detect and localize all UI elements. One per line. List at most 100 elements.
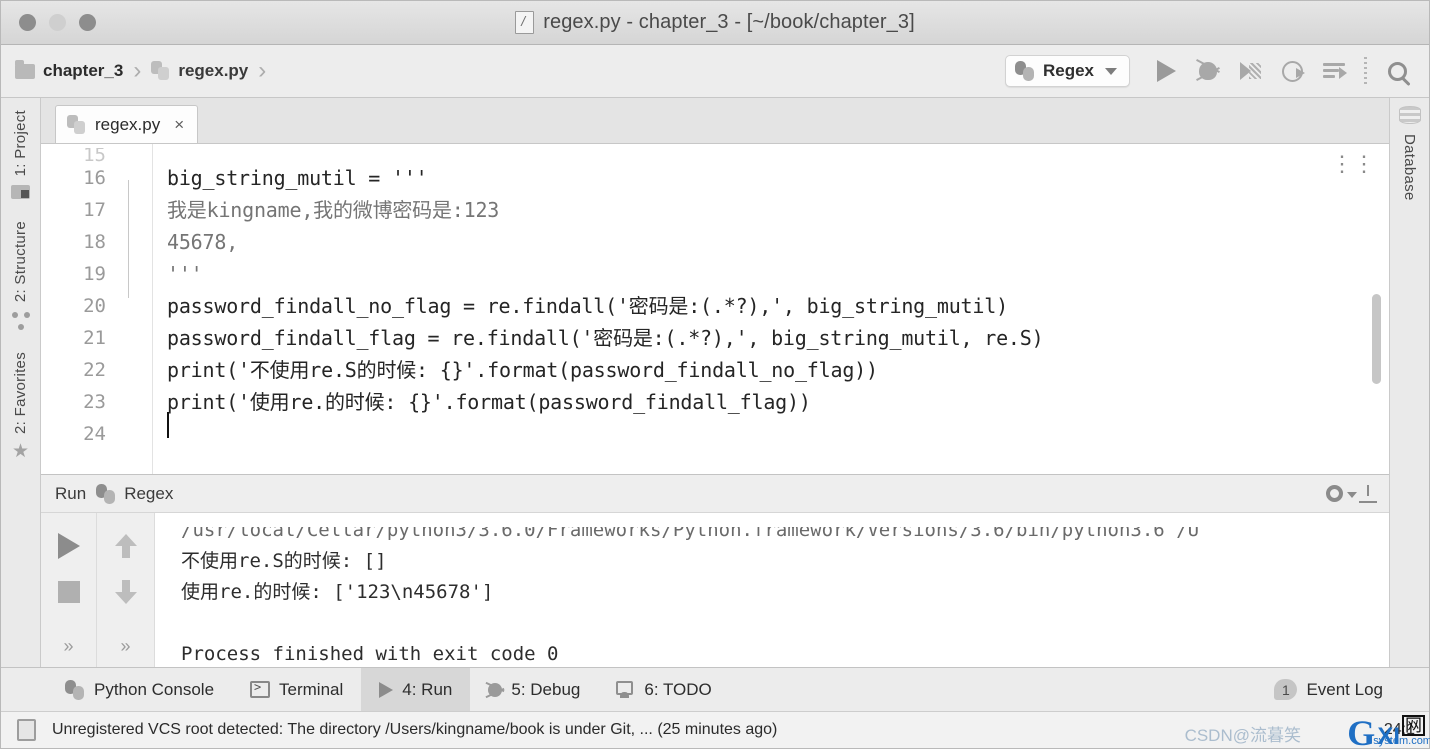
- arrow-up-icon: [114, 534, 137, 558]
- breadcrumb-separator-icon: ›: [133, 57, 142, 84]
- window-controls: [1, 14, 96, 31]
- sidebar-item-structure[interactable]: 2: Structure: [11, 217, 30, 330]
- run-tool-window: Run Regex » » /usr/local/Cellar/python3/…: [41, 474, 1389, 667]
- search-icon: [1387, 61, 1407, 81]
- run-window-config-label: Regex: [124, 483, 174, 503]
- tool-window-bar: Python Console Terminal 4: Run 5: Debug …: [1, 667, 1429, 712]
- title-bar: regex.py - chapter_3 - [~/book/chapter_3…: [1, 1, 1429, 45]
- left-tool-strip: 1: Project 2: Structure 2: Favorites ★: [1, 98, 41, 667]
- console-line: 使用re.的时候: ['123\n45678']: [181, 581, 494, 603]
- play-icon: [57, 533, 80, 559]
- database-icon: [1398, 106, 1421, 124]
- close-icon[interactable]: ×: [174, 115, 184, 135]
- maximize-button[interactable]: [79, 14, 96, 31]
- tool-button-label: 5: Debug: [511, 679, 581, 699]
- run-window-body: » » /usr/local/Cellar/python3/3.6.0/Fram…: [41, 513, 1389, 667]
- collapse-all-icon[interactable]: ⋮⋮: [1331, 154, 1375, 176]
- main-toolbar: Regex: [1004, 51, 1417, 91]
- line-number: 16: [83, 167, 106, 189]
- tool-button-event-log[interactable]: Event Log: [1306, 668, 1383, 712]
- run-coverage-button[interactable]: [1230, 51, 1270, 91]
- run-button[interactable]: [1146, 51, 1186, 91]
- editor-tab-label: regex.py: [95, 114, 161, 134]
- debug-button[interactable]: [1188, 51, 1228, 91]
- stop-button[interactable]: [57, 569, 80, 615]
- download-icon[interactable]: [1359, 484, 1377, 503]
- sidebar-item-label: 2: Favorites: [11, 351, 29, 434]
- editor-tab-regex[interactable]: regex.py ×: [55, 105, 199, 143]
- console-line: Process finished with exit code 0: [181, 643, 559, 665]
- tool-button-run[interactable]: 4: Run: [361, 667, 471, 712]
- scroll-up-button[interactable]: [114, 523, 137, 569]
- watermark-text: CSDN@流暮笑: [1184, 726, 1301, 745]
- gear-icon[interactable]: [1326, 485, 1357, 502]
- console-line: 不使用re.S的时候: []: [181, 550, 387, 572]
- breadcrumb-label: regex.py: [178, 61, 249, 80]
- navigation-bar: chapter_3 › regex.py › Regex: [1, 45, 1429, 98]
- gxi-logo: G XI 网 system.com: [1347, 715, 1430, 749]
- search-everywhere-button[interactable]: [1377, 51, 1417, 91]
- minimize-button[interactable]: [49, 14, 66, 31]
- code-editor[interactable]: 15 16 17 18 19 20 21 22 23 24 big_string…: [41, 144, 1389, 474]
- breadcrumb-label: chapter_3: [43, 61, 124, 80]
- expand-right-button[interactable]: »: [120, 636, 130, 657]
- status-bar: Unregistered VCS root detected: The dire…: [1, 711, 1430, 749]
- line-number: 17: [83, 199, 106, 221]
- rerun-button[interactable]: [57, 523, 80, 569]
- lines-arrow-icon: [1323, 63, 1347, 79]
- profile-icon: [1281, 60, 1305, 82]
- python-file-icon: [515, 11, 535, 34]
- balloon-icon: 1: [1274, 679, 1298, 700]
- sidebar-item-label: Database: [1401, 134, 1418, 201]
- arrow-down-icon: [114, 580, 137, 604]
- tool-button-debug[interactable]: 5: Debug: [470, 668, 598, 712]
- line-number: 24: [83, 423, 106, 445]
- code-line: big_string_mutil = ''': [167, 166, 428, 190]
- event-log-area: 1 Event Log: [1274, 668, 1429, 712]
- tool-button-python-console[interactable]: Python Console: [47, 668, 232, 712]
- editor-scrollbar[interactable]: [1372, 294, 1381, 384]
- status-message[interactable]: Unregistered VCS root detected: The dire…: [52, 721, 777, 739]
- sidebar-item-favorites[interactable]: 2: Favorites ★: [12, 348, 29, 462]
- breadcrumb-item-file[interactable]: regex.py: [151, 61, 248, 81]
- run-with-console-button[interactable]: [1314, 51, 1354, 91]
- line-number-partial: 15: [83, 148, 106, 162]
- tool-button-todo[interactable]: 6: TODO: [598, 668, 729, 712]
- logo-char-wang: 网: [1402, 715, 1425, 736]
- profile-button[interactable]: [1272, 51, 1312, 91]
- code-line: 45678,: [167, 230, 239, 254]
- star-icon: ★: [11, 441, 30, 463]
- python-module-icon: [67, 114, 86, 135]
- line-number: 23: [83, 391, 106, 413]
- expand-left-button[interactable]: »: [63, 636, 73, 657]
- editor-gutter[interactable]: 15 16 17 18 19 20 21 22 23 24: [41, 144, 153, 474]
- sidebar-item-database[interactable]: Database: [1398, 106, 1421, 205]
- line-number: 18: [83, 231, 106, 253]
- window-title-group: regex.py - chapter_3 - [~/book/chapter_3…: [1, 11, 1429, 34]
- sidebar-item-label: 2: Structure: [12, 221, 29, 303]
- play-icon: [1156, 60, 1176, 82]
- chevron-down-icon: [1105, 67, 1117, 75]
- breadcrumb-item-project[interactable]: chapter_3: [15, 59, 124, 81]
- toolbar-separator: [1364, 57, 1367, 85]
- sidebar-item-project[interactable]: 1: Project: [11, 106, 30, 200]
- right-tool-strip: Database: [1389, 98, 1429, 667]
- close-button[interactable]: [19, 14, 36, 31]
- window-title: regex.py - chapter_3 - [~/book/chapter_3…: [543, 11, 915, 33]
- editor-tab-strip: regex.py ×: [41, 98, 1389, 144]
- console-output[interactable]: /usr/local/Cellar/python3/3.6.0/Framewor…: [155, 513, 1389, 667]
- tool-button-label: 4: Run: [402, 679, 453, 699]
- main-body: 1: Project 2: Structure 2: Favorites ★ r…: [1, 98, 1429, 667]
- python-logo-icon: [96, 483, 116, 504]
- breadcrumb-separator-icon: ›: [258, 57, 267, 84]
- editor-and-run-area: regex.py × 15 16 17 18 19 20 21 22 23 24: [41, 98, 1389, 667]
- todo-icon: [616, 681, 635, 698]
- line-number: 19: [83, 263, 106, 285]
- scroll-down-button[interactable]: [114, 569, 137, 615]
- run-configuration-selector[interactable]: Regex: [1004, 55, 1130, 87]
- coverage-icon: [1240, 61, 1261, 81]
- tool-button-terminal[interactable]: Terminal: [232, 668, 361, 712]
- vcs-icon[interactable]: [17, 719, 36, 741]
- code-text-area[interactable]: big_string_mutil = ''' 我是kingname,我的微博密码…: [153, 144, 1389, 474]
